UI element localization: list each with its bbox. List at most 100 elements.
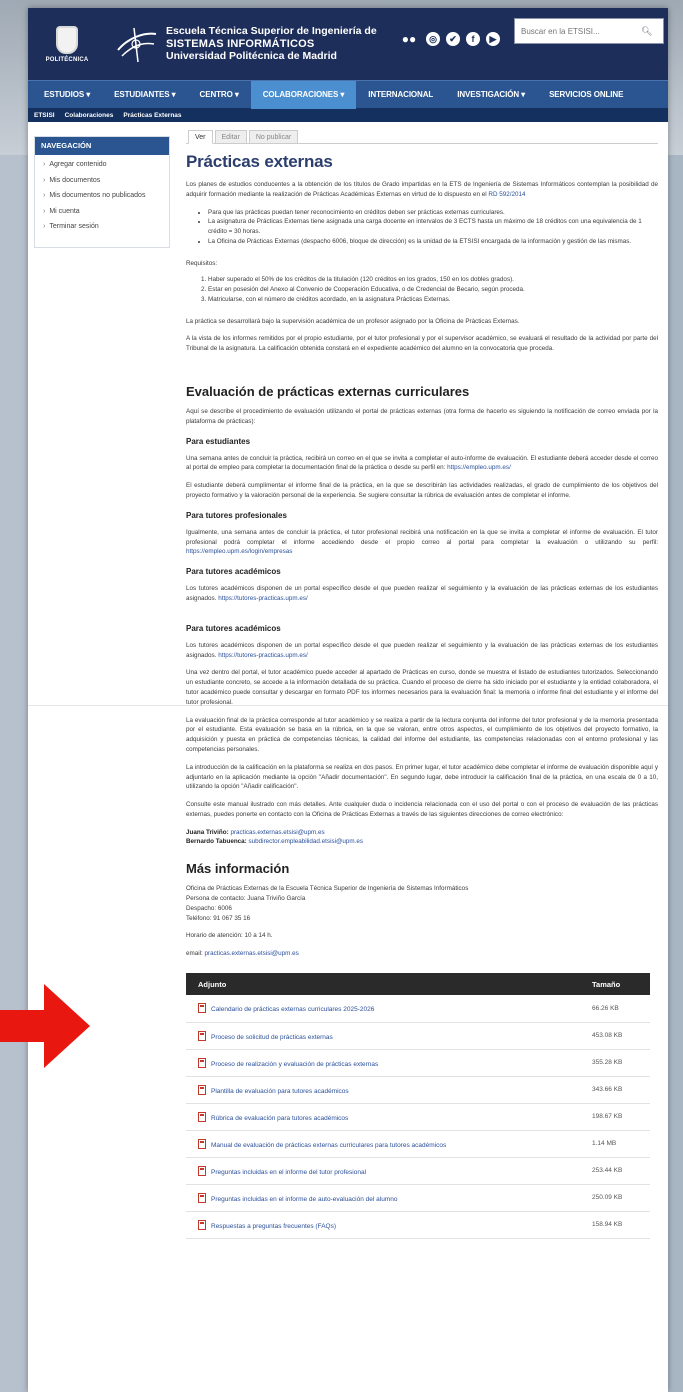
- attachment-link[interactable]: Manual de evaluación de prácticas extern…: [186, 1130, 580, 1158]
- tutores-link[interactable]: https://tutores-practicas.upm.es/: [218, 595, 308, 602]
- navigation-list: Agregar contenido Mis documentos Mis doc…: [35, 155, 169, 239]
- tutores-link[interactable]: https://tutores-practicas.upm.es/: [218, 652, 308, 659]
- pdf-file-icon: [198, 1003, 206, 1014]
- youtube-icon[interactable]: ▶: [486, 32, 500, 46]
- attachment-size: 250.09 KB: [580, 1184, 650, 1212]
- breadcrumb-item[interactable]: ETSISI: [34, 112, 55, 119]
- requirements-label: Requisitos:: [186, 259, 218, 267]
- contact-person-line: Persona de contacto: Juana Triviño Garcí…: [186, 895, 306, 903]
- attachment-name: Respuestas a preguntas frecuentes (FAQs): [211, 1222, 337, 1230]
- etsisi-logo-icon[interactable]: [114, 22, 158, 66]
- sidebar-item-my-documents[interactable]: Mis documentos: [43, 177, 169, 193]
- attachment-link[interactable]: Proceso de realización y evaluación de p…: [186, 1049, 580, 1077]
- attachment-link[interactable]: Preguntas incluidas en el informe de aut…: [186, 1184, 580, 1212]
- table-row: Rúbrica de evaluación para tutores acadé…: [186, 1103, 650, 1131]
- hours-line: Horario de atención: 10 a 14 h.: [186, 932, 273, 940]
- attachment-size: 343.66 KB: [580, 1076, 650, 1104]
- attachment-size: 253.44 KB: [580, 1157, 650, 1185]
- academic-tutors-heading: Para tutores académicos: [186, 567, 281, 577]
- attachment-name: Manual de evaluación de prácticas extern…: [211, 1141, 447, 1149]
- site-header: POLITÉCNICA Escuela Técnica Superior de …: [28, 8, 668, 80]
- school-name[interactable]: Escuela Técnica Superior de Ingeniería d…: [166, 25, 377, 63]
- empleo-link[interactable]: https://empleo.upm.es/: [447, 464, 511, 471]
- nav-estudios[interactable]: ESTUDIOS ▾: [32, 81, 102, 109]
- students-heading: Para estudiantes: [186, 436, 251, 446]
- nav-investigacion[interactable]: INVESTIGACIÓN ▾: [445, 81, 537, 109]
- navigation-block: NAVEGACIÓN Agregar contenido Mis documen…: [34, 136, 170, 248]
- tab-view[interactable]: Ver: [188, 130, 213, 144]
- contact-2-email-link[interactable]: subdirector.empleabilidad.etsisi@upm.es: [249, 838, 364, 845]
- academic-tutors-paragraph-repeat: Los tutores académicos disponen de un po…: [186, 641, 658, 661]
- edit-tabs: Ver Editar No publicar: [188, 130, 658, 144]
- instagram-icon[interactable]: ◎: [426, 32, 440, 46]
- sidebar-item-logout[interactable]: Terminar sesión: [43, 223, 169, 239]
- nav-colaboraciones[interactable]: COLABORACIONES ▾: [250, 80, 357, 109]
- nav-internacional[interactable]: INTERNACIONAL: [356, 81, 445, 109]
- attachment-link[interactable]: Preguntas incluidas en el informe del tu…: [186, 1157, 580, 1185]
- students-text: Una semana antes de concluir la práctica…: [186, 454, 658, 472]
- sidebar-item-add-content[interactable]: Agregar contenido: [43, 161, 169, 177]
- flickr-icon[interactable]: ●●: [398, 32, 420, 46]
- students-paragraph-2: El estudiante deberá cumplimentar el inf…: [186, 482, 658, 499]
- sidebar-item-my-account[interactable]: Mi cuenta: [43, 208, 169, 224]
- tab-edit[interactable]: Editar: [214, 130, 247, 144]
- table-row: Preguntas incluidas en el informe del tu…: [186, 1157, 650, 1185]
- school-line-1: Escuela Técnica Superior de Ingeniería d…: [166, 25, 377, 38]
- main-nav: ESTUDIOS ▾ ESTUDIANTES ▾ CENTRO ▾ COLABO…: [28, 80, 668, 109]
- upm-logo-text: POLITÉCNICA: [45, 56, 89, 63]
- main-content: Ver Editar No publicar Prácticas externa…: [186, 130, 658, 1239]
- list-item: Haber superado el 50% de los créditos de…: [208, 275, 658, 285]
- attachment-link[interactable]: Rúbrica de evaluación para tutores acadé…: [186, 1103, 580, 1131]
- evaluation-heading: Evaluación de prácticas externas curricu…: [186, 383, 470, 399]
- attachment-link[interactable]: Plantilla de evaluación para tutores aca…: [186, 1076, 580, 1104]
- table-header-row: Adjunto Tamaño: [186, 973, 650, 996]
- attachment-name: Preguntas incluidas en el informe de aut…: [211, 1195, 398, 1203]
- attachment-size: 1.14 MB: [580, 1130, 650, 1158]
- school-line-3: Universidad Politécnica de Madrid: [166, 50, 337, 63]
- twitter-icon[interactable]: ✔: [446, 32, 460, 46]
- attachment-size: 453.08 KB: [580, 1022, 650, 1050]
- attachment-link[interactable]: Respuestas a preguntas frecuentes (FAQs): [186, 1211, 580, 1239]
- attachment-size: 158.94 KB: [580, 1211, 650, 1239]
- contact-2: Bernardo Tabuenca: subdirector.empleabil…: [186, 837, 658, 847]
- pdf-file-icon: [198, 1111, 206, 1122]
- attachment-link[interactable]: Calendario de prácticas externas curricu…: [186, 995, 580, 1023]
- contact-1-email-link[interactable]: practicas.externas.etsisi@upm.es: [230, 829, 324, 836]
- search-input[interactable]: [521, 26, 641, 36]
- breadcrumb: ETSISI Colaboraciones Prácticas Externas: [28, 108, 668, 122]
- grade-entry-paragraph: La introducción de la calificación en la…: [186, 763, 658, 791]
- professional-text: Igualmente, una semana antes de concluir…: [186, 528, 658, 546]
- attachment-link[interactable]: Proceso de solicitud de prácticas extern…: [186, 1022, 580, 1050]
- pdf-file-icon: [198, 1030, 206, 1041]
- breadcrumb-item[interactable]: Colaboraciones: [65, 112, 114, 119]
- email-line: email: practicas.externas.etsisi@upm.es: [186, 949, 658, 959]
- professional-tutors-paragraph: Igualmente, una semana antes de concluir…: [186, 528, 658, 557]
- nav-servicios-online[interactable]: SERVICIOS ONLINE: [537, 81, 635, 109]
- requirements-list: Haber superado el 50% de los créditos de…: [208, 275, 658, 305]
- empleo-empresas-link[interactable]: https://empleo.upm.es/login/empresas: [186, 548, 292, 555]
- nav-centro[interactable]: CENTRO ▾: [188, 81, 251, 109]
- breadcrumb-item[interactable]: Prácticas Externas: [123, 112, 181, 119]
- facebook-icon[interactable]: f: [466, 32, 480, 46]
- intro-paragraph: Los planes de estudios conducentes a la …: [186, 180, 658, 200]
- pdf-file-icon: [198, 1219, 206, 1230]
- rd-link[interactable]: RD 592/2014: [488, 191, 525, 198]
- contact-2-name: Bernardo Tabuenca:: [186, 838, 247, 846]
- info-bullets: Para que las prácticas puedan tener reco…: [208, 208, 658, 247]
- nav-estudiantes[interactable]: ESTUDIANTES ▾: [102, 81, 187, 109]
- list-item: Matricularse, con el número de créditos …: [208, 295, 658, 305]
- office-line: Oficina de Prácticas Externas de la Escu…: [186, 885, 469, 893]
- phone-line: Teléfono: 91 067 35 16: [186, 914, 251, 922]
- pdf-file-icon: [198, 1165, 206, 1176]
- attachment-name: Preguntas incluidas en el informe del tu…: [211, 1168, 367, 1176]
- upm-logo[interactable]: POLITÉCNICA: [46, 19, 88, 69]
- list-item: La asignatura de Prácticas Externas tien…: [208, 217, 658, 237]
- contact-1: Juana Triviño: practicas.externas.etsisi…: [186, 828, 658, 838]
- supervision-paragraph: La práctica se desarrollará bajo la supe…: [186, 317, 520, 325]
- pdf-file-icon: [198, 1084, 206, 1095]
- email-link[interactable]: practicas.externas.etsisi@upm.es: [205, 950, 299, 957]
- tab-unpublish[interactable]: No publicar: [248, 130, 299, 144]
- search-box: 🔍︎: [514, 18, 664, 44]
- sidebar-item-unpublished[interactable]: Mis documentos no publicados: [43, 192, 169, 208]
- search-icon[interactable]: 🔍︎: [641, 26, 652, 37]
